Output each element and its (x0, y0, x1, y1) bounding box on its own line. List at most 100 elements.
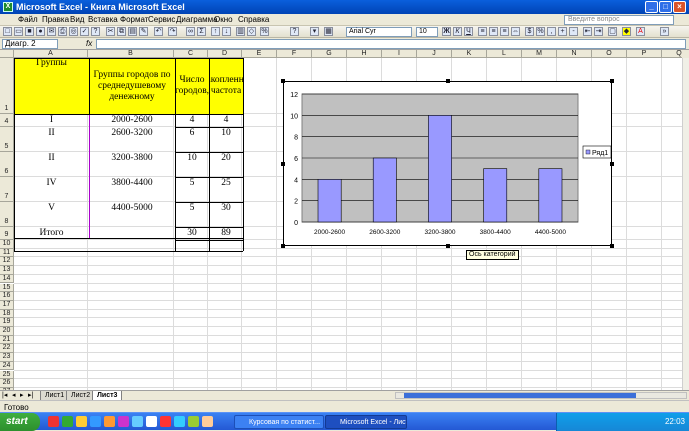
table-cell[interactable]: 3800-4400 (89, 177, 175, 190)
close-button[interactable]: × (673, 1, 686, 13)
font-name-select[interactable]: Arial Cyr (346, 27, 412, 37)
table-cell[interactable]: 5 (175, 202, 209, 215)
table-cell[interactable]: 6 (175, 127, 209, 140)
column-header-b[interactable]: B (88, 50, 174, 58)
menu-window[interactable]: Окно (214, 15, 233, 24)
app4-icon[interactable] (188, 416, 199, 427)
table-cell[interactable]: IV (14, 177, 89, 190)
row-header-10[interactable]: 10 (0, 240, 14, 249)
minimize-button[interactable]: _ (645, 1, 658, 13)
decrease-decimal-icon[interactable]: - (569, 27, 578, 36)
row-header-7[interactable]: 7 (0, 177, 14, 202)
row-header-26[interactable]: 26 (0, 379, 14, 388)
column-header-m[interactable]: M (522, 50, 557, 58)
column-header-a[interactable]: A (14, 50, 88, 58)
permission-icon[interactable]: ● (36, 27, 45, 36)
merge-center-icon[interactable]: ⇔ (511, 27, 520, 36)
row-header-21[interactable]: 21 (0, 335, 14, 345)
copy-icon[interactable]: ⧉ (117, 27, 126, 36)
row-header-23[interactable]: 23 (0, 353, 14, 362)
menu-file[interactable]: Файл (18, 15, 38, 24)
row-header-6[interactable]: 6 (0, 152, 14, 177)
row-header-4[interactable]: 4 (0, 114, 14, 127)
tab-nav-next-icon[interactable]: ▸ (20, 391, 24, 399)
increase-decimal-icon[interactable]: + (558, 27, 567, 36)
app3-icon[interactable] (174, 416, 185, 427)
row-header-19[interactable]: 19 (0, 318, 14, 327)
worksheet-grid[interactable]: ABCDEFGHIJKLMNOPQ 1 4 5 6 7 8 9 10 11 12 13 14 15 16 1… (0, 50, 682, 390)
menu-help[interactable]: Справка (238, 15, 269, 24)
row-header-18[interactable]: 18 (0, 309, 14, 319)
table-cell[interactable]: 10 (209, 127, 243, 140)
table-cell[interactable]: 4400-5000 (89, 202, 175, 215)
borders-icon[interactable]: ▢ (608, 27, 617, 36)
bold-icon[interactable]: Ж (442, 27, 451, 36)
column-header-o[interactable]: O (592, 50, 627, 58)
embedded-chart[interactable]: 0 2 4 6 8 10 12 2000-2600 2600-3200 3200-3800 3800… (281, 79, 614, 248)
menu-view[interactable]: Вид (70, 15, 84, 24)
table-cell[interactable]: 30 (209, 202, 243, 215)
spelling-icon[interactable]: ✓ (80, 27, 89, 36)
resize-handle[interactable] (281, 162, 285, 166)
open-icon[interactable]: ▭ (14, 27, 23, 36)
maximize-button[interactable]: □ (659, 1, 672, 13)
save-icon[interactable]: ■ (25, 27, 34, 36)
row-header-1[interactable]: 1 (0, 58, 14, 114)
table-cell[interactable]: 2600-3200 (89, 127, 175, 140)
hyperlink-icon[interactable]: ∞ (186, 27, 195, 36)
resize-handle[interactable] (281, 79, 285, 83)
undo-icon[interactable]: ↶ (154, 27, 163, 36)
column-header-i[interactable]: I (382, 50, 417, 58)
name-box[interactable]: Диагр. 2 (2, 39, 58, 49)
row-header-12[interactable]: 12 (0, 257, 14, 267)
bar-chart[interactable]: 0 2 4 6 8 10 12 2000-2600 2600-3200 3200-3800 3800… (284, 82, 613, 247)
header-city-count[interactable]: Число городов, (175, 58, 209, 114)
table-cell[interactable]: 4 (209, 114, 243, 127)
start-button[interactable]: start (0, 413, 40, 431)
chart-objects-icon[interactable]: ▾ (310, 27, 319, 36)
table-cell[interactable]: II (14, 152, 89, 165)
resize-handle[interactable] (610, 244, 614, 248)
row-header-14[interactable]: 14 (0, 274, 14, 284)
chart-wizard-icon[interactable]: ▥ (236, 27, 245, 36)
align-left-icon[interactable]: ≡ (478, 27, 487, 36)
table-cell[interactable]: 20 (209, 152, 243, 165)
email-icon[interactable]: ✉ (47, 27, 56, 36)
header-groups[interactable]: Группы (14, 58, 89, 78)
column-header-n[interactable]: N (557, 50, 592, 58)
row-header-22[interactable]: 22 (0, 344, 14, 354)
column-header-e[interactable]: E (242, 50, 277, 58)
horizontal-scroll-thumb[interactable] (404, 393, 636, 398)
help-question-input[interactable]: Введите вопрос (564, 15, 674, 25)
fill-color-icon[interactable]: ◆ (622, 27, 631, 36)
opera-icon[interactable] (48, 416, 59, 427)
row-header-11[interactable]: 11 (0, 248, 14, 258)
table-cell[interactable]: I (14, 114, 89, 127)
table-cell[interactable]: V (14, 202, 89, 215)
redo-icon[interactable]: ↷ (168, 27, 177, 36)
font-color-icon[interactable]: A (636, 27, 645, 36)
title-bar[interactable]: X Microsoft Excel - Книга Microsoft Exce… (0, 0, 689, 14)
ie-icon[interactable] (90, 416, 101, 427)
tab-nav-first-icon[interactable]: |◂ (2, 391, 7, 399)
drawing-icon[interactable]: ◇ (247, 27, 256, 36)
column-header-d[interactable]: D (208, 50, 242, 58)
menu-edit[interactable]: Правка (42, 15, 69, 24)
table-cell[interactable]: 25 (209, 177, 243, 190)
table-cell[interactable]: 2000-2600 (89, 114, 175, 127)
tab-nav-last-icon[interactable]: ▸| (28, 391, 33, 399)
resize-handle[interactable] (281, 244, 285, 248)
row-header-5[interactable]: 5 (0, 127, 14, 152)
formula-input[interactable] (96, 39, 686, 49)
zoom-icon[interactable]: % (260, 27, 269, 36)
notepad-icon[interactable] (146, 416, 157, 427)
resize-handle[interactable] (610, 79, 614, 83)
percent-icon[interactable]: % (536, 27, 545, 36)
tab-nav-prev-icon[interactable]: ◂ (12, 391, 16, 399)
resize-handle[interactable] (446, 79, 450, 83)
research-icon[interactable]: ? (91, 27, 100, 36)
row-header-8[interactable]: 8 (0, 202, 14, 227)
currency-icon[interactable]: $ (525, 27, 534, 36)
sort-asc-icon[interactable]: ↑ (211, 27, 220, 36)
fx-icon[interactable]: fx (86, 39, 92, 48)
